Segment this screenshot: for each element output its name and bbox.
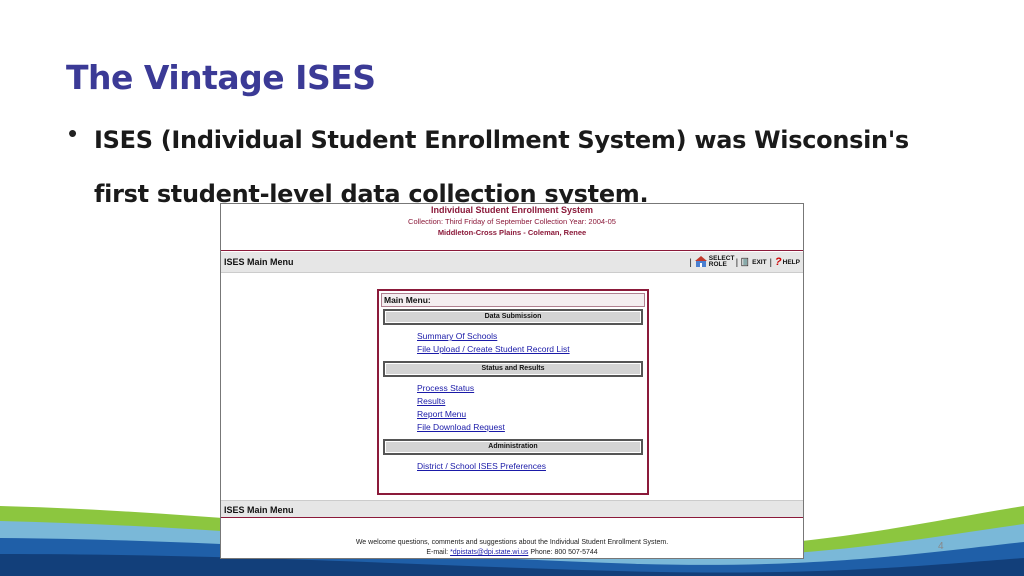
help-link[interactable]: HELP [783,259,800,266]
slide-title: The Vintage ISES [66,58,376,97]
section-header-data-submission: Data Submission [383,309,643,325]
help-icon[interactable]: ? [775,256,782,268]
top-links: | SELECT ROLE | EXIT | ? HELP [689,255,800,268]
bullet-icon: • [68,118,78,148]
ises-screenshot: Individual Student Enrollment System Col… [220,203,804,559]
exit-icon[interactable] [741,257,750,267]
footer-phone: Phone: 800 507-5744 [528,549,598,556]
link-ises-preferences[interactable]: District / School ISES Preferences [417,460,647,473]
footer-message: We welcome questions, comments and sugge… [355,539,669,546]
header-divider [221,250,803,251]
link-file-upload[interactable]: File Upload / Create Student Record List [417,343,647,356]
app-header: Individual Student Enrollment System Col… [221,204,803,250]
select-role-link[interactable]: SELECT ROLE [709,255,735,268]
select-role-icon[interactable] [694,256,707,268]
app-collection-info: Collection: Third Friday of September Co… [408,217,616,226]
menu-bar-label: ISES Main Menu [224,257,294,267]
exit-link[interactable]: EXIT [752,259,766,266]
section-header-status-results: Status and Results [383,361,643,377]
link-file-download-request[interactable]: File Download Request [417,421,647,434]
main-menu-label: Main Menu: [381,293,645,307]
link-report-menu[interactable]: Report Menu [417,408,647,421]
link-summary-of-schools[interactable]: Summary Of Schools [417,330,647,343]
section-header-administration: Administration [383,439,643,455]
link-results[interactable]: Results [417,395,647,408]
footer-contact: E-mail: *dpistats@dpi.state.wi.us Phone:… [221,548,803,558]
footer-email-prefix: E-mail: [426,549,451,556]
main-menu-panel: Main Menu: Data Submission Summary Of Sc… [377,289,649,495]
footer-email-link[interactable]: *dpistats@dpi.state.wi.us [450,549,528,556]
app-district-user: Middleton-Cross Plains - Coleman, Renee [437,228,587,237]
app-title: Individual Student Enrollment System [430,205,594,215]
bottom-menu-bar: ISES Main Menu [221,500,803,518]
page-number: 4 [938,541,944,552]
link-process-status[interactable]: Process Status [417,382,647,395]
menu-bar: ISES Main Menu | SELECT ROLE | EXIT | ? … [221,252,803,273]
app-footer: We welcome questions, comments and sugge… [221,538,803,558]
